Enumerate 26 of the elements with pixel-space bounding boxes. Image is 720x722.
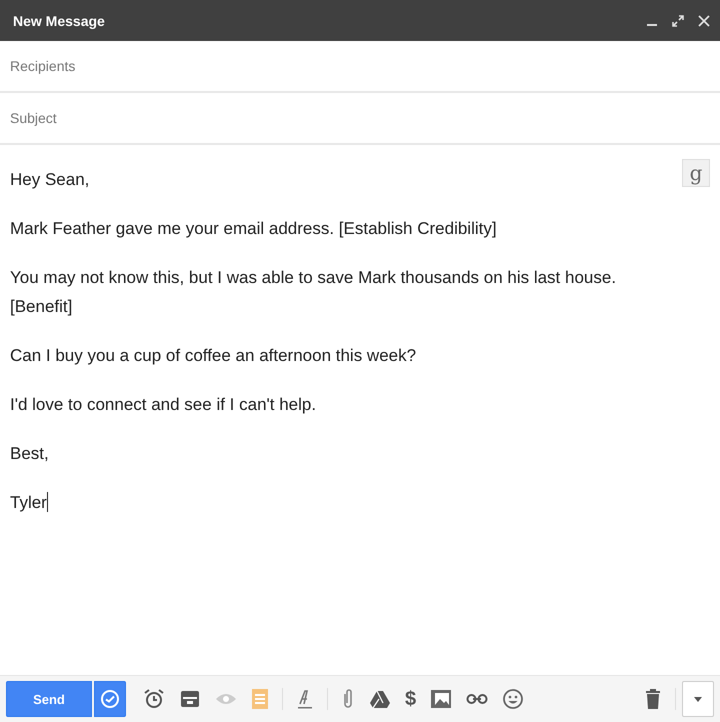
text-format-icon[interactable] bbox=[296, 688, 314, 710]
body-paragraph: I'd love to connect and see if I can't help. bbox=[10, 394, 316, 416]
link-icon[interactable] bbox=[466, 693, 488, 705]
caret-icon bbox=[694, 696, 702, 702]
g-badge-icon[interactable]: g bbox=[682, 159, 710, 187]
trash-icon[interactable] bbox=[644, 688, 662, 710]
body-paragraph: Best, bbox=[10, 443, 49, 465]
body-paragraph: Hey Sean, bbox=[10, 169, 90, 191]
photo-icon[interactable] bbox=[430, 689, 452, 709]
window-title: New Message bbox=[13, 12, 106, 28]
close-icon[interactable] bbox=[698, 14, 710, 26]
schedule-button[interactable] bbox=[94, 681, 126, 717]
smiley-icon[interactable] bbox=[502, 688, 524, 710]
expand-icon[interactable] bbox=[672, 14, 684, 26]
body-paragraph: Mark Feather gave me your email address. [Establish Credibility] bbox=[10, 218, 497, 240]
send-button[interactable]: Send bbox=[6, 681, 92, 717]
alarm-clock-icon[interactable] bbox=[143, 688, 165, 710]
body-paragraph: Can I buy you a cup of coffee an afternoon this week? bbox=[10, 345, 416, 367]
text-cursor bbox=[46, 492, 48, 512]
body-paragraph: Tyler bbox=[10, 491, 48, 514]
paperclip-icon[interactable] bbox=[341, 688, 355, 710]
clock-icon bbox=[100, 689, 120, 709]
triangle-icon[interactable] bbox=[369, 689, 391, 709]
dollar-icon[interactable]: $ bbox=[405, 688, 416, 710]
template-icon[interactable] bbox=[179, 689, 201, 709]
body-paragraph: You may not know this, but I was able to save Mark thousands on his last house. [Benefit] bbox=[10, 267, 618, 318]
